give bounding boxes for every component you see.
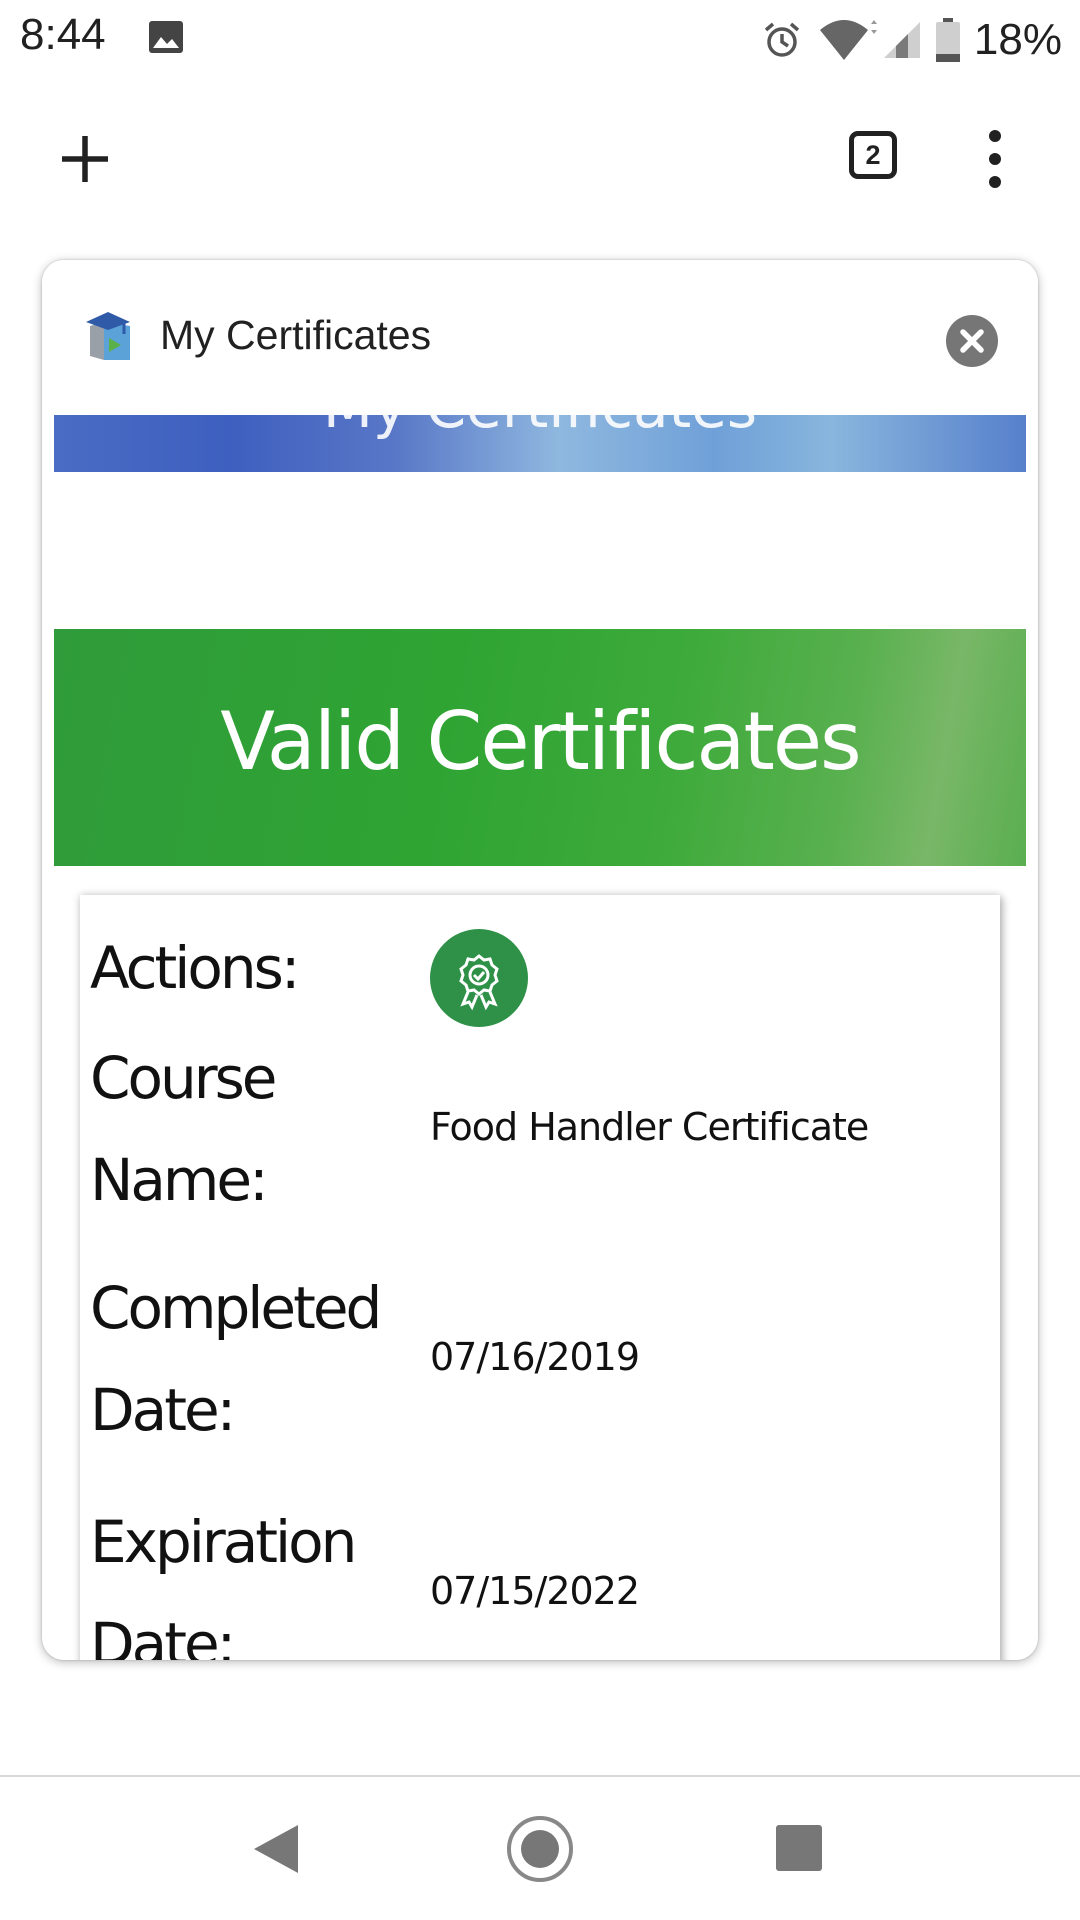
expiration-date-value: 07/15/2022 xyxy=(430,1569,640,1613)
banner-heading: My Certificates xyxy=(54,415,1026,441)
course-name-label: Course Name: xyxy=(90,1044,278,1214)
status-time: 8:44 xyxy=(20,10,106,59)
valid-certificates-banner: Valid Certificates xyxy=(54,629,1026,866)
popup-content[interactable]: My Certificates Valid Certificates Actio… xyxy=(54,415,1026,1660)
home-icon[interactable] xyxy=(505,1814,575,1888)
my-certificates-banner: My Certificates xyxy=(54,415,1026,472)
popup-header: My Certificates xyxy=(42,260,1038,410)
cell-signal-icon xyxy=(882,20,922,60)
popup-title: My Certificates xyxy=(160,312,432,358)
battery-icon xyxy=(935,18,960,62)
status-bar: 8:44 18% xyxy=(0,0,1080,78)
certificates-popup: My Certificates My Certificates Valid Ce… xyxy=(42,260,1038,1660)
close-icon[interactable] xyxy=(946,315,998,367)
actions-label: Actions: xyxy=(90,934,300,1002)
image-notification-icon xyxy=(148,20,184,54)
alarm-icon xyxy=(762,20,802,60)
plus-icon[interactable] xyxy=(50,124,120,194)
completed-date-value: 07/16/2019 xyxy=(430,1335,640,1379)
completed-date-row: Completed Date: 07/16/2019 xyxy=(80,1257,1000,1457)
status-icons: 18% xyxy=(762,10,1062,70)
expiration-date-label: Expiration Date: xyxy=(90,1508,357,1660)
more-vert-icon[interactable] xyxy=(975,126,1015,192)
wifi-icon xyxy=(818,18,878,62)
actions-row: Actions: xyxy=(80,917,1000,1037)
browser-toolbar: 2 xyxy=(0,90,1080,220)
section-heading: Valid Certificates xyxy=(220,695,861,788)
certificate-card: Actions: Course Name: Food Handler Certi… xyxy=(80,895,1000,1660)
back-icon[interactable] xyxy=(250,1821,302,1881)
navigation-bar xyxy=(0,1777,1080,1920)
award-ribbon-icon[interactable] xyxy=(430,929,528,1027)
course-name-row: Course Name: Food Handler Certificate xyxy=(80,1027,1000,1227)
expiration-date-row: Expiration Date: 07/15/2022 xyxy=(80,1491,1000,1660)
completed-date-label: Completed Date: xyxy=(90,1274,382,1444)
tab-switcher-button[interactable]: 2 xyxy=(849,131,897,179)
course-name-value: Food Handler Certificate xyxy=(430,1105,869,1149)
graduation-book-icon xyxy=(84,310,136,362)
recents-icon[interactable] xyxy=(776,1825,822,1875)
battery-percent: 18% xyxy=(973,15,1062,64)
